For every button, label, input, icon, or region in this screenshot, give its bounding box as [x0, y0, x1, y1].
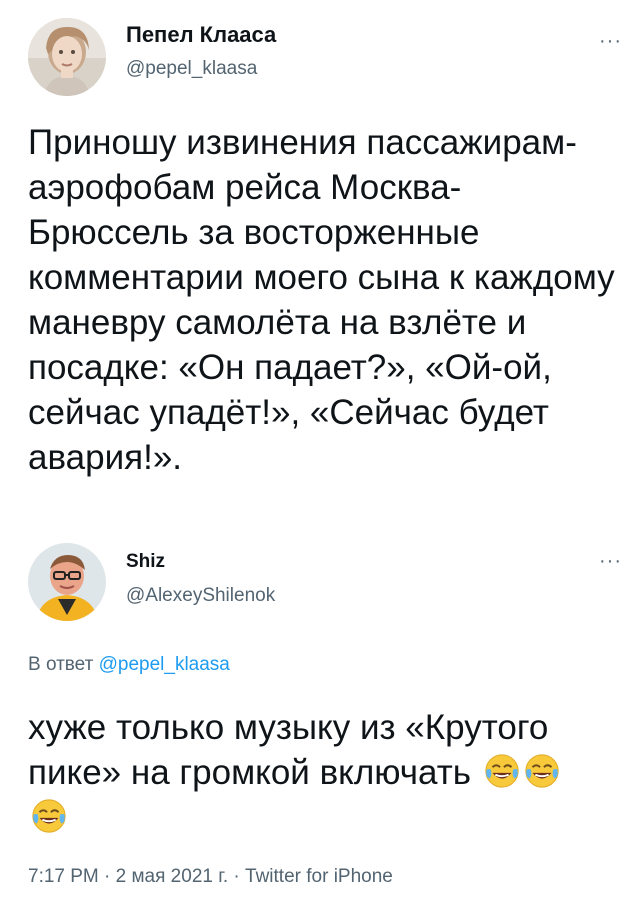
tweet-timestamp[interactable]: 7:17 PM · 2 мая 2021 г. · Twitter for iP… — [28, 866, 393, 888]
author-handle[interactable]: @pepel_klaasa — [126, 58, 257, 80]
face-with-tears-of-joy-icon — [525, 754, 559, 788]
reply-text: хуже только музыку из «Крутого пике» на … — [28, 708, 549, 792]
reply-more-options-button[interactable]: ··· — [599, 550, 622, 573]
avatar-shiz[interactable] — [28, 543, 106, 621]
reply-mention-link[interactable]: @pepel_klaasa — [99, 654, 230, 675]
tweet-text: Приношу извинения пассажирам-аэрофобам р… — [28, 123, 615, 477]
reply-context: В ответ @pepel_klaasa — [28, 654, 230, 676]
reply-author-name[interactable]: Shiz — [126, 551, 165, 573]
avatar-portrait-icon — [28, 18, 106, 96]
face-with-tears-of-joy-icon — [485, 754, 519, 788]
avatar-portrait-icon — [28, 543, 106, 621]
avatar-pepel-klaasa[interactable] — [28, 18, 106, 96]
more-options-button[interactable]: ··· — [599, 30, 622, 53]
reply-prefix: В ответ — [28, 654, 94, 675]
face-with-tears-of-joy-icon — [32, 799, 66, 833]
reply-text-container: хуже только музыку из «Крутого пике» на … — [28, 705, 600, 840]
reply-author-handle[interactable]: @AlexeyShilenok — [126, 585, 275, 607]
author-name[interactable]: Пепел Клааса — [126, 22, 276, 48]
